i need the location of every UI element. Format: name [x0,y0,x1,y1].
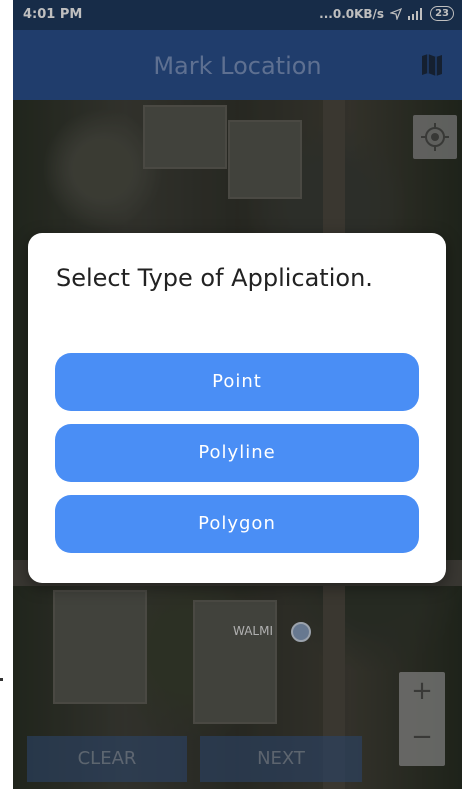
application-type-dialog: Select Type of Application. Point Polyli… [28,233,446,583]
option-polygon-button[interactable]: Polygon [55,495,419,553]
option-point-button[interactable]: Point [55,353,419,411]
dialog-title: Select Type of Application. [56,264,373,292]
phone-screen: 4:01 PM ...0.0KB/s 23 Mark Location WALM… [13,0,462,789]
option-polyline-button[interactable]: Polyline [55,424,419,482]
edge-mark [0,678,3,681]
